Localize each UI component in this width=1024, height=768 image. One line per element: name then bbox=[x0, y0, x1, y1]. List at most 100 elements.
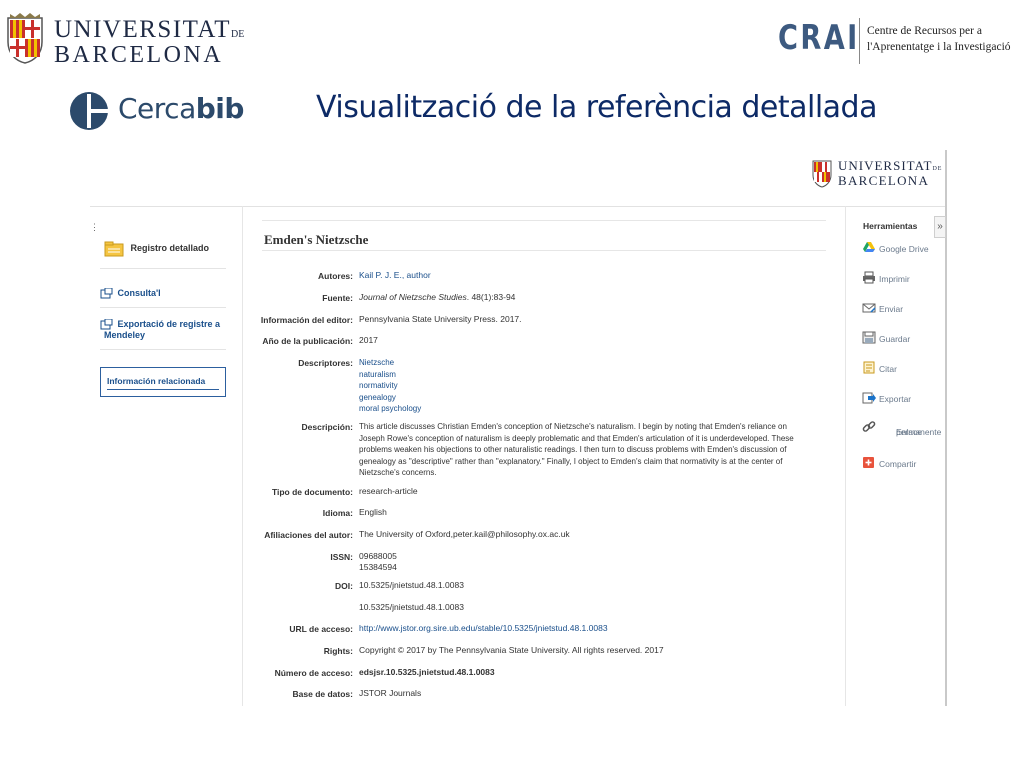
detailed-record-item: Registro detallado bbox=[104, 241, 209, 257]
issn-print: 09688005 bbox=[359, 551, 397, 561]
email-icon bbox=[862, 303, 876, 313]
header-divider bbox=[90, 206, 945, 207]
cite-tool[interactable]: Citar bbox=[862, 361, 942, 383]
record-title: Emden's Nietzsche bbox=[264, 232, 369, 247]
cercabib-wordmark: Cercabib bbox=[118, 92, 244, 125]
cite-label: Citar bbox=[879, 364, 897, 374]
description-line: problems weaken his objections to other … bbox=[359, 445, 787, 455]
record-folder-icon bbox=[104, 241, 124, 257]
ub-logo-small[interactable]: UNIVERSITATDE BARCELONA bbox=[812, 156, 942, 192]
google-drive-label: Google Drive bbox=[879, 244, 929, 254]
export-mendeley-label-2: Mendeley bbox=[104, 330, 146, 341]
description-value: This article discusses Christian Emden's… bbox=[359, 421, 794, 479]
language-label: Idioma: bbox=[322, 508, 353, 518]
email-tool[interactable]: Enviar bbox=[862, 301, 942, 323]
external-link-icon bbox=[100, 288, 113, 299]
related-info-label: Información relacionada bbox=[107, 376, 206, 386]
year-label: Año de la publicación: bbox=[262, 336, 353, 346]
left-separator bbox=[100, 349, 226, 350]
description-label: Descripción: bbox=[301, 422, 354, 432]
source-journal: Journal of Nietzsche Studies bbox=[359, 292, 467, 302]
descriptor-link[interactable]: Nietzsche bbox=[359, 358, 394, 367]
save-tool[interactable]: Guardar bbox=[862, 331, 942, 353]
export-label: Exportar bbox=[879, 394, 912, 404]
description-line: Nietzsche's concerns. bbox=[359, 468, 437, 478]
authors-value[interactable]: Kail P. J. E., author bbox=[359, 270, 431, 281]
source-value: Journal of Nietzsche Studies. 48(1):83-9… bbox=[359, 292, 515, 303]
related-info-underline bbox=[107, 389, 219, 390]
record-top-divider bbox=[262, 220, 826, 221]
share-plus-icon bbox=[863, 457, 874, 468]
tools-collapse-button[interactable]: » bbox=[934, 216, 946, 238]
cite-document-icon bbox=[863, 361, 875, 374]
rights-label: Rights: bbox=[323, 646, 353, 656]
affiliations-label: Afiliaciones del autor: bbox=[264, 530, 353, 540]
url-value[interactable]: http://www.jstor.org.sire.ub.edu/stable/… bbox=[359, 623, 608, 634]
source-issue: . 48(1):83-94 bbox=[466, 292, 516, 302]
crai-mark: CRAI bbox=[778, 18, 860, 58]
crai-line2: l'Aprenentatge i la Investigació bbox=[867, 41, 1011, 53]
crai-line1: Centre de Recursos per a bbox=[867, 25, 982, 37]
descriptors-list: Nietzsche naturalism normativity genealo… bbox=[359, 357, 421, 415]
permalink-label-2: permanente bbox=[896, 427, 942, 437]
access-url-link[interactable]: http://www.jstor.org.sire.ub.edu/stable/… bbox=[359, 623, 608, 633]
cercabib-icon bbox=[70, 92, 108, 130]
save-label: Guardar bbox=[879, 334, 911, 344]
database-label: Base de datos: bbox=[292, 689, 353, 699]
ub-logo-line2: BARCELONA bbox=[54, 42, 224, 68]
tools-divider bbox=[845, 206, 846, 706]
google-drive-icon bbox=[863, 242, 875, 252]
ub-shield-small-icon bbox=[812, 160, 832, 188]
language-value: English bbox=[359, 507, 387, 517]
ub-small-line2: BARCELONA bbox=[838, 173, 930, 188]
save-icon bbox=[862, 331, 876, 344]
crai-separator bbox=[859, 18, 860, 64]
descriptors-label: Descriptores: bbox=[298, 358, 353, 368]
publisher-label: Información del editor: bbox=[260, 315, 353, 325]
external-link-icon bbox=[100, 319, 113, 330]
descriptor-link[interactable]: normativity bbox=[359, 381, 398, 390]
database-value: JSTOR Journals bbox=[359, 688, 422, 698]
ub-small-line1: UNIVERSITATDE bbox=[838, 158, 943, 173]
crai-logo: CRAI Centre de Recursos per a l'Aprenent… bbox=[778, 16, 1024, 68]
source-label: Fuente: bbox=[322, 293, 353, 303]
related-info-box[interactable]: Información relacionada bbox=[100, 367, 226, 397]
description-line: Joseph Rowe's conception of naturalism i… bbox=[359, 433, 794, 443]
export-icon bbox=[862, 392, 876, 404]
ub-shield-icon bbox=[7, 13, 43, 64]
descriptor-link[interactable]: genealogy bbox=[359, 393, 396, 402]
authors-label: Autores: bbox=[318, 271, 353, 281]
ub-logo-line1: UNIVERSITATDE bbox=[54, 16, 245, 43]
export-tool[interactable]: Exportar bbox=[862, 391, 942, 413]
description-line: This article discusses Christian Emden's… bbox=[359, 422, 787, 431]
left-panel-handle[interactable]: ⋮ bbox=[90, 222, 99, 236]
doi-label: DOI: bbox=[335, 581, 353, 591]
share-tool[interactable]: Compartir bbox=[862, 456, 942, 478]
issn-value: 09688005 15384594 bbox=[359, 551, 397, 573]
doc-type-value: research-article bbox=[359, 486, 418, 496]
rights-value: Copyright © 2017 by The Pennsylvania Sta… bbox=[359, 645, 664, 655]
permalink-tool[interactable]: Enlace permanente bbox=[862, 421, 942, 449]
descriptor-link[interactable]: moral psychology bbox=[359, 404, 421, 413]
year-value: 2017 bbox=[359, 335, 378, 345]
doi-value-1: 10.5325/jnietstud.48.1.0083 bbox=[359, 580, 464, 590]
doi-value-2: 10.5325/jnietstud.48.1.0083 bbox=[359, 602, 464, 612]
issn-online: 15384594 bbox=[359, 562, 397, 572]
catalog-screenshot: UNIVERSITATDE BARCELONA ⋮ Registro detal… bbox=[90, 150, 947, 706]
consulta-label: Consulta'l bbox=[117, 288, 161, 298]
universitat-barcelona-logo: UNIVERSITATDE BARCELONA bbox=[6, 10, 244, 68]
google-drive-tool[interactable]: Google Drive bbox=[862, 241, 942, 263]
email-label: Enviar bbox=[879, 304, 904, 314]
print-label: Imprimir bbox=[879, 274, 910, 284]
left-separator bbox=[100, 307, 226, 308]
issn-label: ISSN: bbox=[330, 552, 353, 562]
left-separator bbox=[100, 268, 226, 269]
print-tool[interactable]: Imprimir bbox=[862, 271, 942, 293]
authors-link[interactable]: Kail P. J. E., author bbox=[359, 270, 431, 280]
accession-label: Número de acceso: bbox=[274, 668, 353, 678]
descriptor-link[interactable]: naturalism bbox=[359, 370, 396, 379]
share-label: Compartir bbox=[879, 459, 917, 469]
detailed-record-label: Registro detallado bbox=[130, 243, 210, 254]
description-line: genealogy as "descriptive" rather than "… bbox=[359, 456, 783, 466]
consulta-link[interactable]: Consulta'l bbox=[100, 288, 161, 299]
